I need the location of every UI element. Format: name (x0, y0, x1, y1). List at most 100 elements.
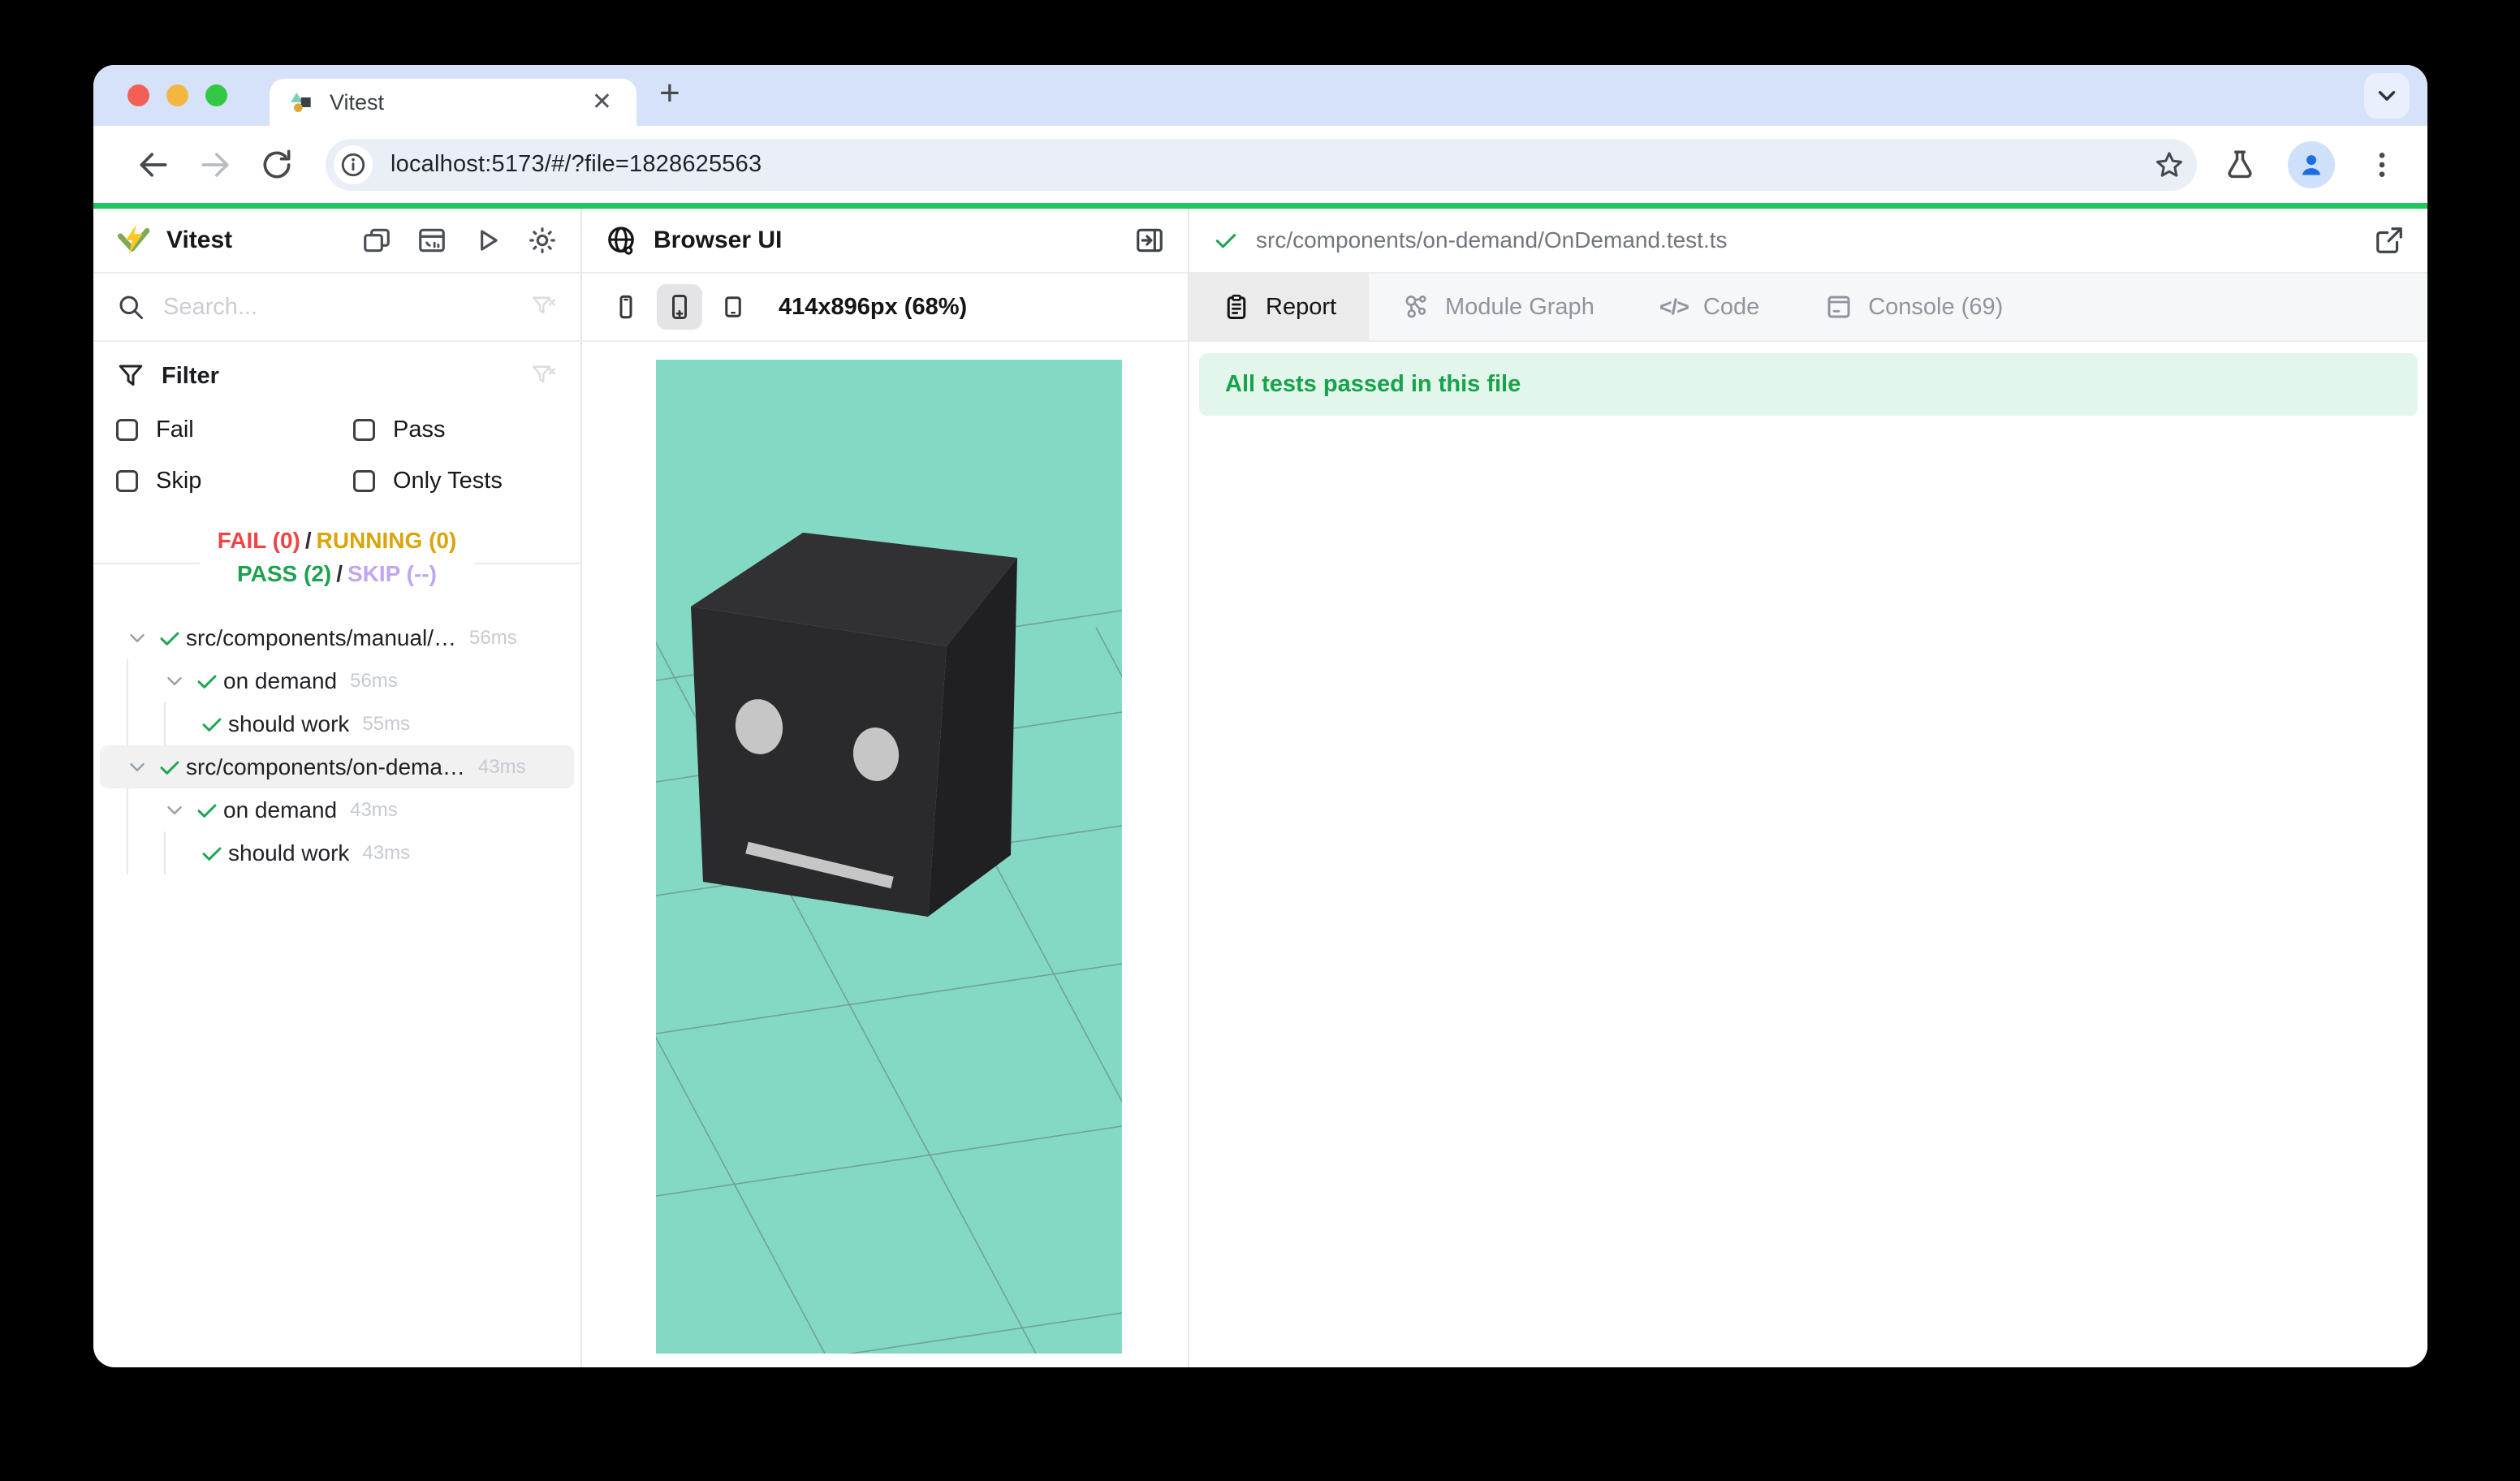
filter-checkbox-skip[interactable]: Skip (116, 468, 353, 494)
checkbox[interactable] (116, 470, 138, 492)
test-label: on demand (223, 797, 337, 823)
filter-checkbox-pass[interactable]: Pass (353, 417, 558, 443)
browser-preview-panel: Browser UI 414x896px (68%) (582, 209, 1189, 1367)
test-tree-row[interactable]: should work43ms (100, 831, 574, 874)
browser-toolbar: localhost:5173/#/?file=1828625563 (93, 126, 2427, 203)
chevron-down-icon[interactable] (121, 626, 153, 650)
search-input[interactable] (163, 294, 530, 321)
dock-panel-right-icon[interactable] (1134, 225, 1165, 256)
run-all-play-icon[interactable] (472, 225, 503, 256)
clear-filter-icon[interactable] (530, 362, 558, 390)
checkbox[interactable] (353, 470, 375, 492)
indent-guide (127, 831, 128, 874)
file-pass-check-icon (1212, 227, 1240, 254)
module-graph-icon (1401, 292, 1430, 322)
experiments-flask-icon[interactable] (2223, 148, 2257, 182)
device-phone-small-icon[interactable] (603, 284, 649, 330)
pass-check-icon (191, 797, 223, 823)
tab-label: Report (1266, 294, 1336, 321)
minimize-window-button[interactable] (166, 84, 188, 106)
tab-report[interactable]: Report (1189, 274, 1369, 340)
status-line-2: PASS (2)/SKIP (--) (218, 557, 457, 590)
pass-check-icon (196, 711, 228, 737)
indent-guide (164, 831, 166, 874)
all-tests-passed-banner: All tests passed in this file (1199, 353, 2418, 416)
test-render-canvas[interactable] (656, 360, 1122, 1354)
toolbar-right-actions (2223, 141, 2398, 188)
clear-search-filter-icon[interactable] (530, 293, 558, 321)
maximize-window-button[interactable] (205, 84, 227, 106)
profile-avatar[interactable] (2288, 141, 2335, 188)
filter-checkbox-fail[interactable]: Fail (116, 417, 353, 443)
reload-button[interactable] (259, 147, 295, 183)
tab-label: Code (1703, 294, 1759, 321)
pass-check-icon (191, 668, 223, 694)
test-tree: src/components/manual/…56ms on demand 56ms… (93, 616, 580, 874)
funnel-icon (116, 361, 145, 391)
report-header: src/components/on-demand/OnDemand.test.t… (1189, 209, 2427, 274)
chevron-down-icon[interactable] (121, 755, 153, 779)
device-phone-plus-icon[interactable] (657, 284, 702, 330)
preview-title: Browser UI (654, 227, 782, 254)
back-button[interactable] (136, 147, 171, 183)
test-label: src/components/on-dema… (186, 754, 465, 780)
tab-module-graph[interactable]: Module Graph (1369, 274, 1627, 340)
test-duration: 55ms (362, 713, 410, 736)
test-duration: 43ms (362, 842, 410, 865)
chevron-down-icon[interactable] (158, 669, 191, 693)
open-in-editor-icon[interactable] (2358, 225, 2405, 256)
checkbox[interactable] (353, 419, 375, 441)
new-tab-button[interactable]: + (659, 76, 680, 116)
pass-check-icon (153, 754, 186, 780)
test-label: should work (228, 711, 349, 737)
checkbox-label: Pass (393, 417, 445, 443)
tab-label: Console (69) (1868, 294, 2003, 321)
collapse-panels-icon[interactable] (361, 225, 392, 256)
bookmark-star-icon[interactable] (2153, 149, 2186, 181)
tab-console-69[interactable]: Console (69) (1792, 274, 2035, 340)
tab-search-chevron-button[interactable] (2364, 73, 2410, 119)
test-tree-row[interactable]: on demand 43ms (100, 788, 574, 831)
chevron-down-icon[interactable] (158, 798, 191, 823)
preview-header: Browser UI (582, 209, 1188, 274)
tab-code[interactable]: </>Code (1627, 274, 1792, 340)
skip-count: SKIP (--) (347, 561, 437, 586)
dashboard-icon[interactable] (416, 225, 447, 256)
test-status-summary: FAIL (0)/RUNNING (0) PASS (2)/SKIP (--) (93, 524, 580, 602)
tab-label: Module Graph (1445, 294, 1594, 321)
checkbox-label: Skip (156, 468, 201, 494)
tab-close-icon[interactable]: ✕ (587, 90, 617, 114)
app-title: Vitest (166, 227, 232, 254)
globe-icon (605, 224, 637, 257)
checkbox[interactable] (116, 419, 138, 441)
browser-tab[interactable]: Vitest ✕ (270, 79, 636, 126)
filter-title: Filter (162, 363, 219, 390)
browser-tab-strip: Vitest ✕ + (93, 65, 2427, 126)
test-file-path: src/components/on-demand/OnDemand.test.t… (1256, 227, 1728, 253)
window-controls (127, 84, 227, 106)
test-duration: 56ms (350, 670, 398, 693)
pass-count: PASS (2) (237, 561, 331, 586)
checkbox-label: Only Tests (393, 468, 503, 494)
device-tablet-icon[interactable] (710, 284, 756, 330)
indent-guide (164, 702, 166, 745)
test-tree-row[interactable]: on demand 56ms (100, 659, 574, 702)
close-window-button[interactable] (127, 84, 149, 106)
theme-toggle-sun-icon[interactable] (527, 225, 558, 256)
browser-menu-icon[interactable] (2366, 149, 2398, 181)
test-progress-bar (93, 203, 2427, 209)
test-tree-row[interactable]: src/components/manual/…56ms (100, 616, 574, 659)
vitest-favicon-icon (289, 89, 315, 115)
search-icon (116, 292, 145, 322)
forward-button[interactable] (197, 147, 233, 183)
test-label: on demand (223, 668, 337, 694)
device-toolbar: 414x896px (68%) (582, 274, 1188, 342)
filter-options: Fail Pass Skip Only Tests (116, 417, 558, 494)
test-duration: 43ms (350, 799, 398, 822)
test-tree-row[interactable]: should work 55ms (100, 702, 574, 745)
test-tree-row[interactable]: src/components/on-dema…43ms (100, 745, 574, 788)
indent-guide (127, 659, 128, 702)
url-bar[interactable]: localhost:5173/#/?file=1828625563 (326, 139, 2197, 191)
site-info-icon[interactable] (334, 145, 373, 184)
filter-checkbox-only-tests[interactable]: Only Tests (353, 468, 558, 494)
